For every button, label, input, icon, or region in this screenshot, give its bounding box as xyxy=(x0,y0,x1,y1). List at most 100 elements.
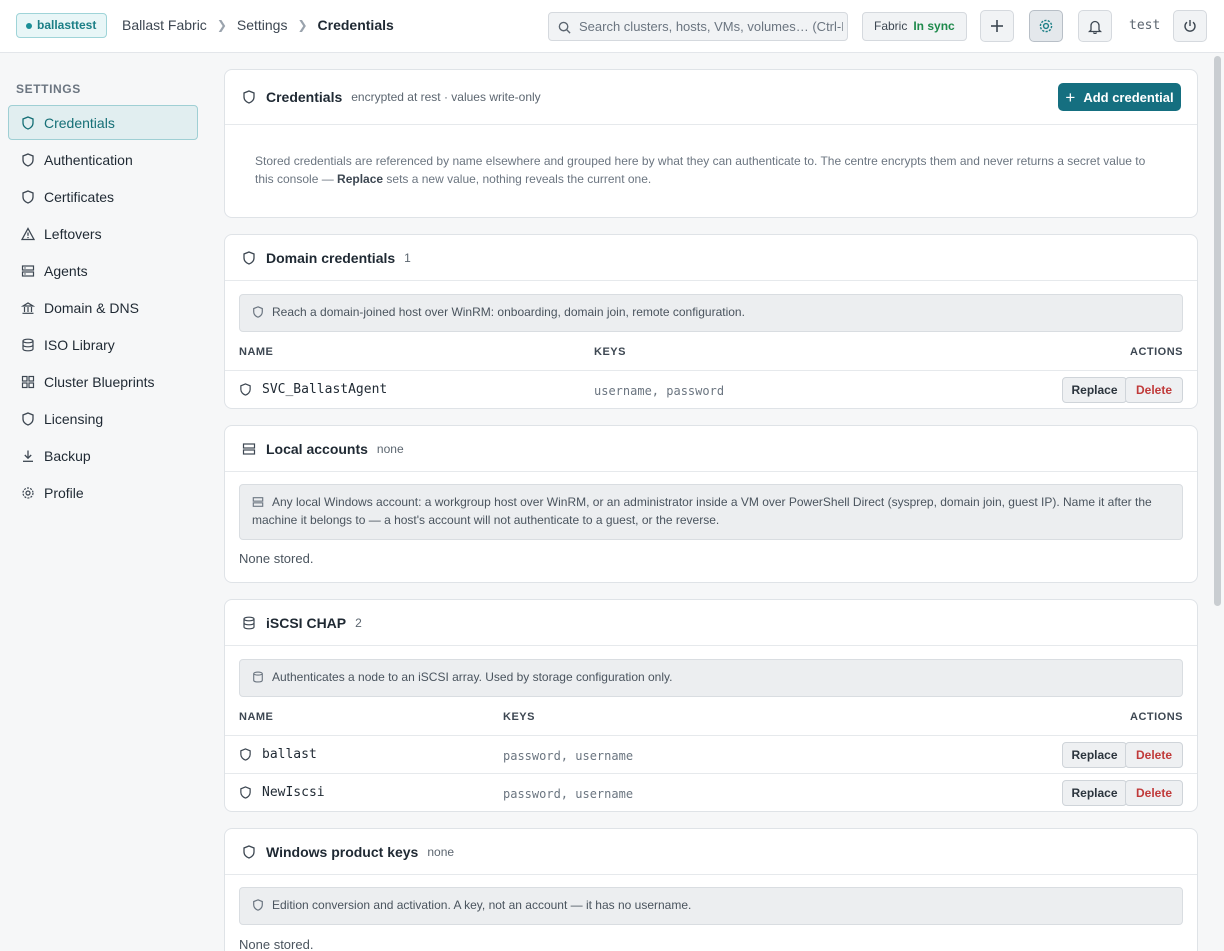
table-row: NewIscsi password, username Replace Dele… xyxy=(225,773,1197,811)
grid-icon xyxy=(21,375,35,388)
credential-keys: username, password xyxy=(594,384,725,398)
column-header-name: NAME xyxy=(239,711,274,723)
page-scrollbar[interactable] xyxy=(1214,56,1221,606)
section-count: none xyxy=(427,844,455,859)
shield-icon xyxy=(22,115,34,130)
building-icon xyxy=(21,301,35,314)
section-note: Authenticates a node to an iSCSI array. … xyxy=(239,659,1183,697)
status-dot xyxy=(26,23,32,29)
server-icon xyxy=(242,442,256,455)
top-bar: ballasttest Ballast Fabric ❯ Settings ❯ … xyxy=(0,0,1224,53)
breadcrumb-current: Credentials xyxy=(317,17,394,33)
section-note: Reach a domain-joined host over WinRM: o… xyxy=(239,294,1183,332)
section-title: Local accounts xyxy=(266,440,368,457)
breadcrumb-settings[interactable]: Settings xyxy=(237,17,288,33)
bell-icon xyxy=(1088,20,1102,34)
card-header: Windows product keys none xyxy=(225,829,1197,875)
empty-state: None stored. xyxy=(239,937,314,951)
server-icon xyxy=(21,264,35,277)
sidebar-item-domain-dns[interactable]: Domain & DNS xyxy=(8,290,198,325)
delete-button[interactable]: Delete xyxy=(1125,742,1183,768)
page-title: Credentials xyxy=(266,89,343,105)
windows-product-keys-card: Windows product keys none Edition conver… xyxy=(224,828,1198,951)
database-icon xyxy=(22,338,34,351)
credential-name: NewIscsi xyxy=(239,785,325,800)
column-header-keys: KEYS xyxy=(503,711,535,723)
database-icon xyxy=(253,671,263,683)
chevron-right-icon: ❯ xyxy=(297,18,308,32)
section-note: Edition conversion and activation. A key… xyxy=(239,887,1183,925)
local-accounts-card: Local accounts none Any local Windows ac… xyxy=(224,425,1198,583)
table-row: ballast password, username Replace Delet… xyxy=(225,735,1197,773)
section-count: 1 xyxy=(404,250,411,265)
card-header: Domain credentials 1 xyxy=(225,235,1197,281)
shield-icon xyxy=(22,189,34,204)
shield-icon xyxy=(243,90,255,104)
column-header-keys: KEYS xyxy=(594,346,626,358)
shield-icon xyxy=(253,899,263,911)
section-count: none xyxy=(376,441,404,456)
sidebar-item-iso-library[interactable]: ISO Library xyxy=(8,327,198,362)
server-icon xyxy=(252,497,264,507)
delete-button[interactable]: Delete xyxy=(1125,377,1183,403)
column-header-actions: ACTIONS xyxy=(1130,711,1183,723)
replace-button[interactable]: Replace xyxy=(1062,377,1127,403)
global-search[interactable] xyxy=(548,12,848,41)
search-icon xyxy=(558,21,571,34)
card-header: iSCSI CHAP 2 xyxy=(225,600,1197,646)
section-count: 2 xyxy=(355,615,362,630)
sidebar-item-cluster-blueprints[interactable]: Cluster Blueprints xyxy=(8,364,198,399)
sidebar-item-backup[interactable]: Backup xyxy=(8,438,198,473)
notifications-button[interactable] xyxy=(1078,10,1112,42)
sidebar-item-authentication[interactable]: Authentication xyxy=(8,142,198,177)
download-icon xyxy=(23,450,33,462)
plus-icon: + xyxy=(1065,87,1076,107)
credential-name: SVC_BallastAgent xyxy=(239,382,387,397)
sidebar-item-certificates[interactable]: Certificates xyxy=(8,179,198,214)
replace-button[interactable]: Replace xyxy=(1062,780,1127,806)
chevron-right-icon: ❯ xyxy=(216,18,227,32)
delete-button[interactable]: Delete xyxy=(1125,780,1183,806)
warning-icon xyxy=(21,226,35,240)
replace-button[interactable]: Replace xyxy=(1062,742,1127,768)
domain-credentials-card: Domain credentials 1 Reach a domain-join… xyxy=(224,234,1198,409)
shield-icon xyxy=(22,152,34,167)
breadcrumb: Ballast Fabric ❯ Settings ❯ Credentials xyxy=(122,17,394,33)
fabric-sync-status[interactable]: Fabric In sync xyxy=(862,12,967,41)
settings-sidebar: SETTINGS Credentials Authentication Cert… xyxy=(0,53,210,951)
empty-state: None stored. xyxy=(239,551,314,566)
sidebar-item-profile[interactable]: Profile xyxy=(8,475,198,510)
shield-icon xyxy=(253,306,263,318)
sidebar-item-credentials[interactable]: Credentials xyxy=(8,105,198,140)
card-header: Credentials encrypted at rest · values w… xyxy=(225,70,1197,125)
shield-icon xyxy=(240,383,251,396)
credential-name: ballast xyxy=(239,747,317,762)
credentials-intro-text: Stored credentials are referenced by nam… xyxy=(255,154,1146,186)
user-name[interactable]: test xyxy=(1129,18,1160,33)
credentials-overview-card: Credentials encrypted at rest · values w… xyxy=(224,69,1198,218)
search-input[interactable] xyxy=(579,13,843,40)
sidebar-item-agents[interactable]: Agents xyxy=(8,253,198,288)
environment-badge[interactable]: ballasttest xyxy=(16,13,108,38)
add-credential-button[interactable]: + Add credential xyxy=(1058,83,1181,111)
sidebar-heading: SETTINGS xyxy=(16,82,81,96)
main-content: Credentials encrypted at rest · values w… xyxy=(224,53,1198,951)
card-header: Local accounts none xyxy=(225,426,1197,472)
section-title: Domain credentials xyxy=(266,249,396,266)
iscsi-chap-card: iSCSI CHAP 2 Authenticates a node to an … xyxy=(224,599,1198,812)
credential-keys: password, username xyxy=(503,749,634,763)
sidebar-item-licensing[interactable]: Licensing xyxy=(8,401,198,436)
gear-icon xyxy=(1039,19,1053,33)
sidebar-item-leftovers[interactable]: Leftovers xyxy=(8,216,198,251)
section-note: Any local Windows account: a workgroup h… xyxy=(239,484,1183,540)
power-icon xyxy=(1184,20,1196,32)
breadcrumb-root[interactable]: Ballast Fabric xyxy=(122,17,207,33)
add-button[interactable] xyxy=(980,10,1014,42)
column-header-name: NAME xyxy=(239,346,274,358)
shield-icon xyxy=(240,748,251,761)
column-header-actions: ACTIONS xyxy=(1130,346,1183,358)
settings-button[interactable] xyxy=(1029,10,1063,42)
logout-button[interactable] xyxy=(1173,10,1207,42)
sync-status-text: In sync xyxy=(913,19,955,33)
plus-icon xyxy=(991,20,1003,32)
